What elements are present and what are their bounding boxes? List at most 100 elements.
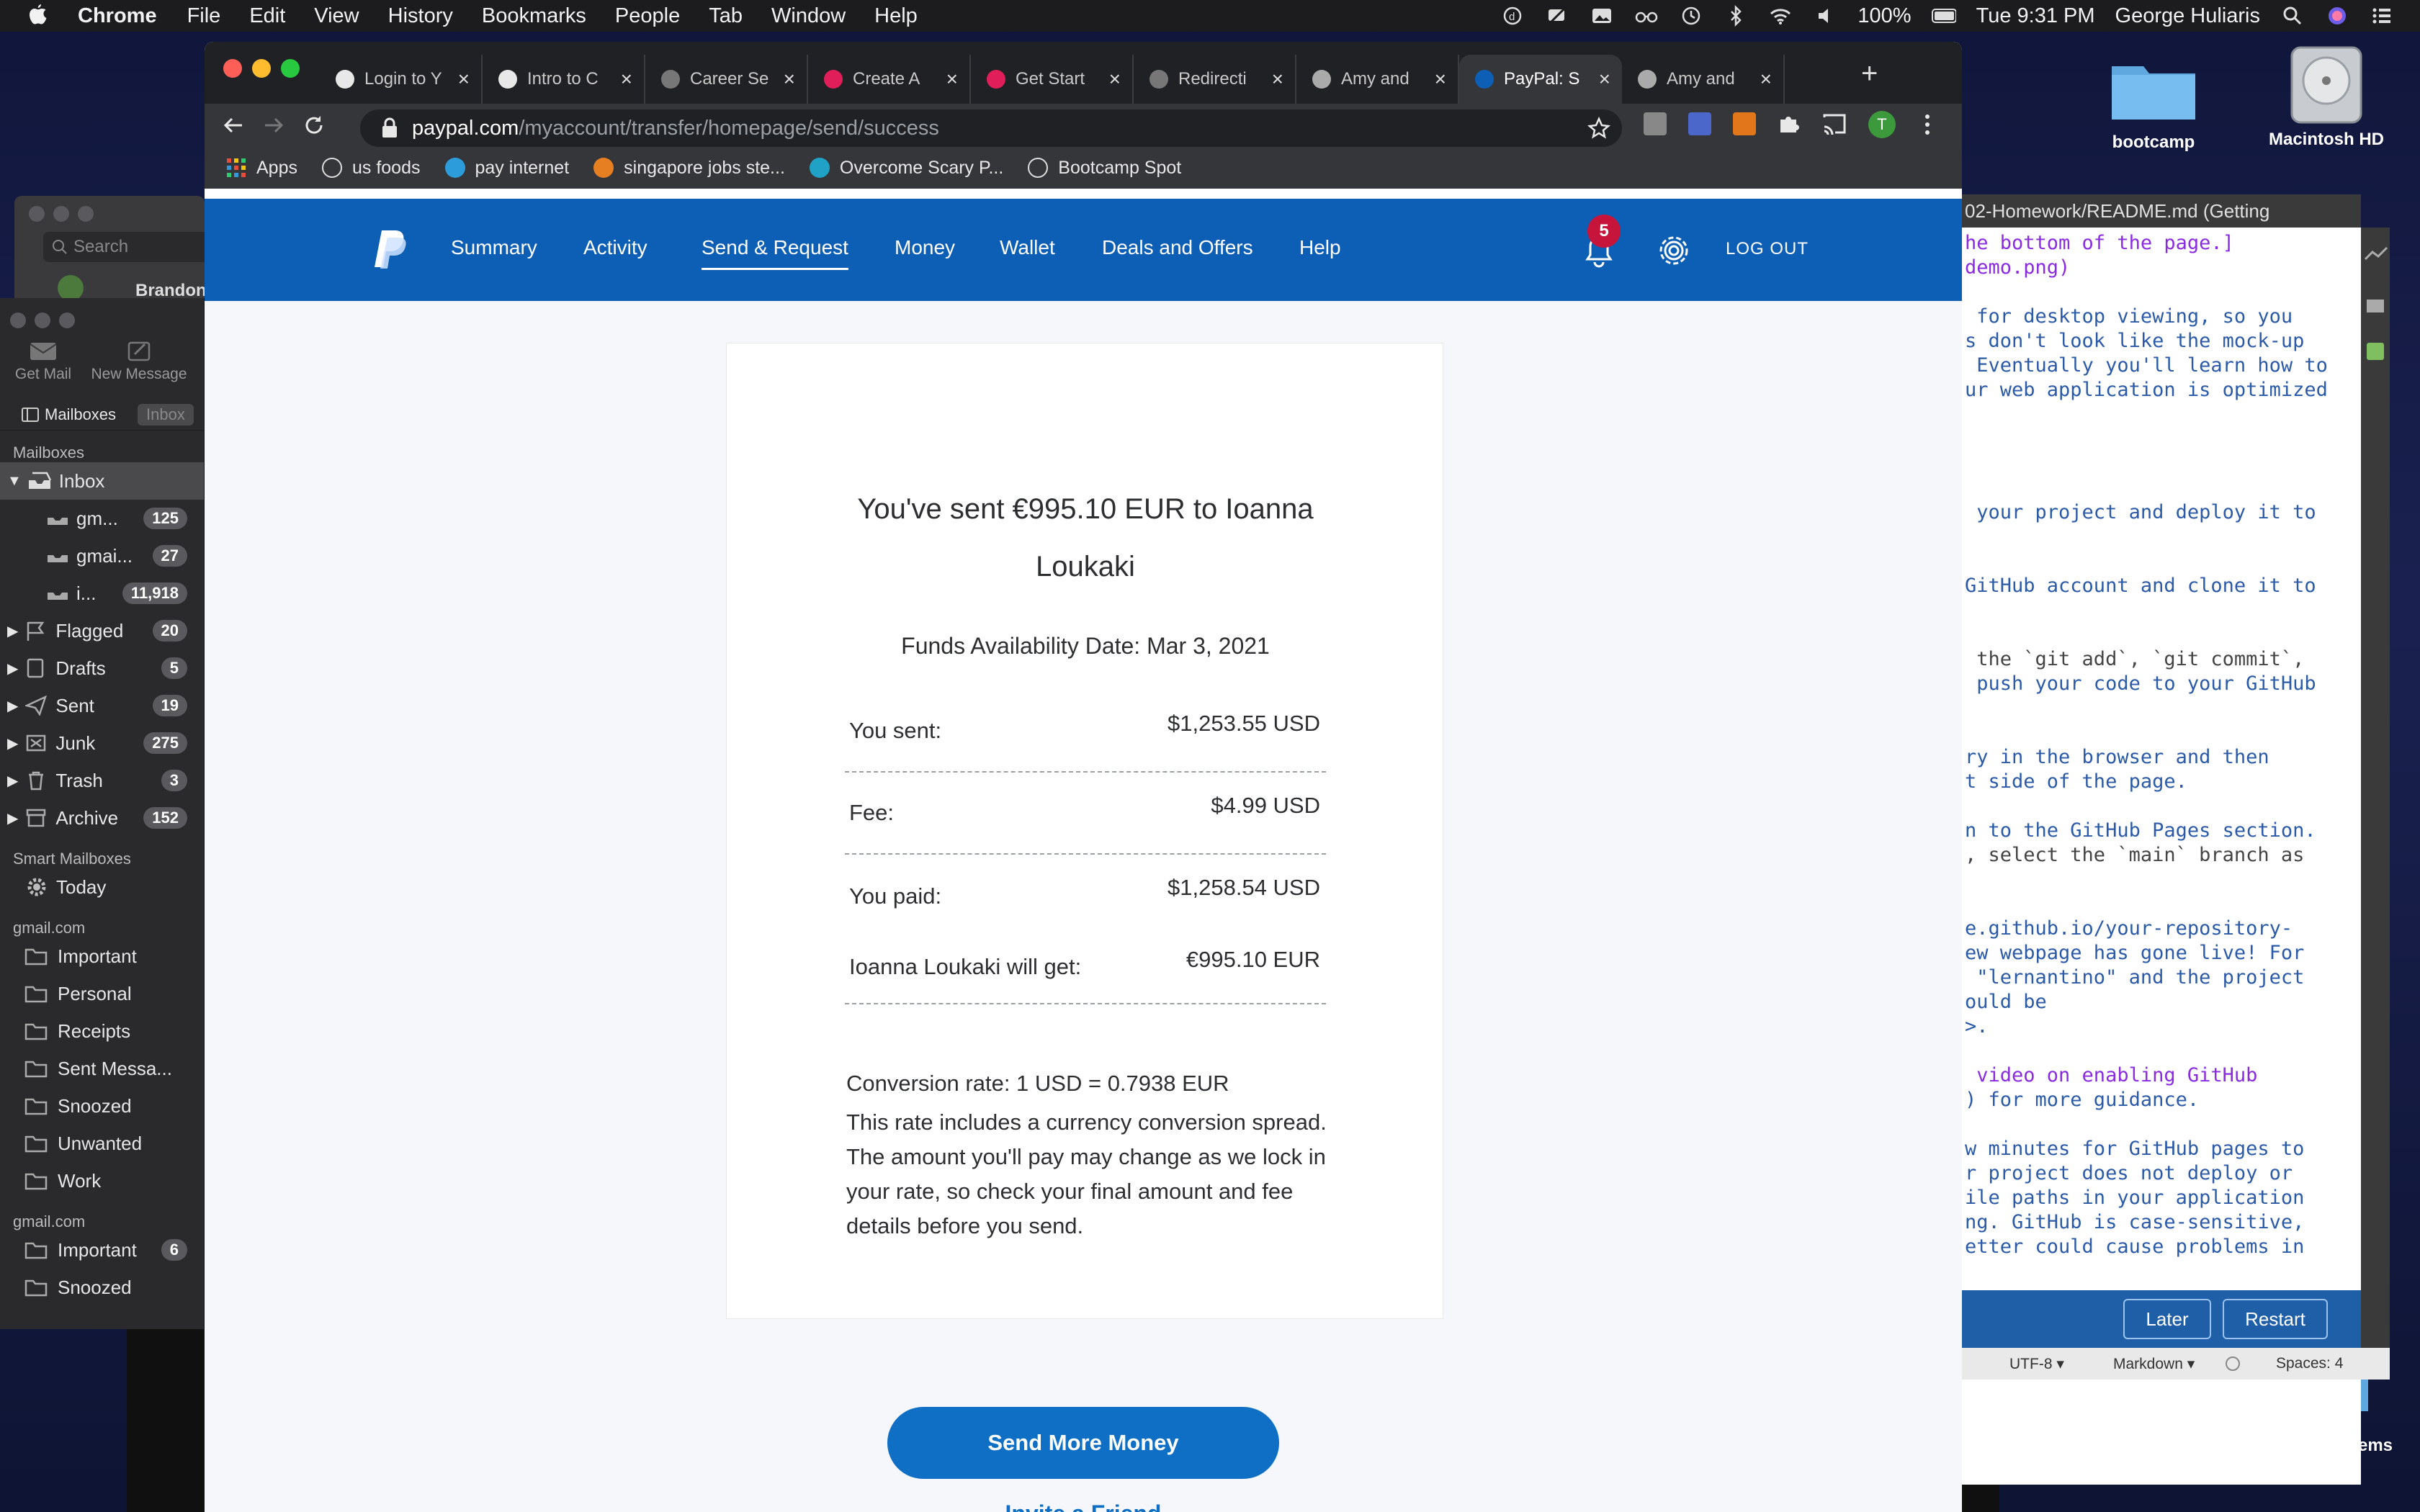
menu-help[interactable]: Help: [874, 4, 918, 28]
menu-bookmarks[interactable]: Bookmarks: [482, 4, 586, 28]
bookmark-overcome-scary[interactable]: Overcome Scary P...: [809, 158, 1003, 179]
wifi-icon[interactable]: [1768, 5, 1793, 27]
menu-tab[interactable]: Tab: [709, 4, 743, 28]
gmail-folder-snoozed[interactable]: Snoozed: [0, 1087, 204, 1125]
logout-link[interactable]: LOG OUT: [1726, 239, 1809, 259]
browser-tab[interactable]: Redirecti ×: [1134, 55, 1296, 104]
restart-button[interactable]: Restart: [2223, 1299, 2328, 1339]
disclosure-closed-icon[interactable]: ▶: [7, 697, 18, 715]
bookmark-bootcamp-spot[interactable]: Bootcamp Spot: [1028, 158, 1181, 179]
invite-friend-link[interactable]: Invite a Friend: [205, 1500, 1962, 1512]
nav-activity[interactable]: Activity: [583, 236, 647, 259]
mailbox-sent[interactable]: ▶ Sent 19: [0, 687, 204, 724]
extensions-puzzle-icon[interactable]: [1778, 112, 1801, 135]
reload-button[interactable]: [301, 112, 327, 138]
battery-icon[interactable]: [1931, 5, 1956, 27]
menu-history[interactable]: History: [388, 4, 453, 28]
desktop-folder-bootcamp[interactable]: bootcamp: [2089, 53, 2218, 153]
spotlight-search-icon[interactable]: [2280, 5, 2305, 27]
disclosure-closed-icon[interactable]: ▶: [7, 622, 18, 640]
tab-close-icon[interactable]: ×: [1272, 68, 1283, 91]
mailbox-archive[interactable]: ▶ Archive 152: [0, 799, 204, 837]
mailbox-trash[interactable]: ▶ Trash 3: [0, 762, 204, 799]
close-window-button[interactable]: [223, 59, 242, 78]
gmail-folder-work[interactable]: Work: [0, 1162, 204, 1200]
disclosure-closed-icon[interactable]: ▶: [7, 734, 18, 752]
extension-icon[interactable]: [1688, 112, 1711, 135]
tab-close-icon[interactable]: ×: [1435, 68, 1446, 91]
time-machine-icon[interactable]: [1679, 5, 1703, 27]
more-menu-icon[interactable]: [1923, 112, 1932, 137]
apple-menu-icon[interactable]: [27, 4, 49, 27]
bookmark-singapore-jobs[interactable]: singapore jobs ste...: [593, 158, 785, 179]
profile-avatar[interactable]: T: [1868, 111, 1896, 138]
disclosure-closed-icon[interactable]: ▶: [7, 772, 18, 790]
mailbox-junk[interactable]: ▶ Junk 275: [0, 724, 204, 762]
bookmark-us-foods[interactable]: us foods: [321, 158, 421, 179]
tab-close-icon[interactable]: ×: [784, 68, 795, 91]
mailbox-flagged[interactable]: ▶ Flagged 20: [0, 612, 204, 649]
tab-mailboxes[interactable]: Mailboxes: [45, 405, 116, 424]
tab-close-icon[interactable]: ×: [1599, 68, 1610, 91]
bookmark-star-icon[interactable]: [1587, 117, 1610, 140]
extension-icon[interactable]: [1644, 112, 1667, 135]
tab-close-icon[interactable]: ×: [621, 68, 632, 91]
new-tab-button[interactable]: +: [1861, 58, 1878, 90]
volume-icon[interactable]: [1813, 5, 1837, 27]
clock[interactable]: Tue 9:31 PM: [1976, 4, 2095, 28]
gmail-folder-sent-messages[interactable]: Sent Messa...: [0, 1050, 204, 1087]
encoding-selector[interactable]: UTF-8 ▾: [2009, 1355, 2064, 1373]
user-name[interactable]: George Huliaris: [2115, 4, 2260, 28]
notification-center-icon[interactable]: [2370, 5, 2394, 27]
mailbox-inbox-account-3[interactable]: i... 11,918: [0, 575, 204, 612]
nav-help[interactable]: Help: [1299, 236, 1341, 259]
menu-people[interactable]: People: [615, 4, 680, 28]
browser-tab[interactable]: Career Se ×: [645, 55, 808, 104]
tab-close-icon[interactable]: ×: [458, 68, 470, 91]
browser-tab[interactable]: Login to Y ×: [320, 55, 483, 104]
paypal-logo-icon[interactable]: [372, 228, 409, 274]
new-message-button[interactable]: New Message: [85, 340, 193, 383]
menu-file[interactable]: File: [187, 4, 221, 28]
back-button[interactable]: [220, 112, 246, 138]
gmail-folder-important[interactable]: Important: [0, 937, 204, 975]
later-button[interactable]: Later: [2123, 1299, 2211, 1339]
browser-tab[interactable]: Get Start ×: [971, 55, 1134, 104]
minimize-window-button[interactable]: [252, 59, 271, 78]
zoom-window-button[interactable]: [281, 59, 300, 78]
mailbox-inbox[interactable]: ▼ Inbox: [0, 462, 204, 500]
photos-icon[interactable]: [1590, 5, 1614, 27]
menu-window[interactable]: Window: [771, 4, 846, 28]
app-name-menu[interactable]: Chrome: [78, 4, 157, 28]
gmail2-folder-important[interactable]: Important 6: [0, 1231, 204, 1269]
menu-edit[interactable]: Edit: [249, 4, 285, 28]
bookmark-pay-internet[interactable]: pay internet: [444, 158, 569, 179]
gmail2-folder-snoozed[interactable]: Snoozed: [0, 1269, 204, 1306]
nav-wallet[interactable]: Wallet: [1000, 236, 1055, 259]
browser-tab[interactable]: Create A ×: [808, 55, 971, 104]
nav-send-request[interactable]: Send & Request: [702, 236, 848, 270]
cast-icon[interactable]: [1822, 112, 1847, 135]
smart-mailbox-today[interactable]: Today: [0, 868, 204, 906]
nav-money[interactable]: Money: [895, 236, 955, 259]
tab-close-icon[interactable]: ×: [946, 68, 958, 91]
grammar-selector[interactable]: Markdown ▾: [2113, 1355, 2195, 1373]
nav-deals-offers[interactable]: Deals and Offers: [1102, 236, 1253, 259]
browser-tab[interactable]: Intro to C ×: [483, 55, 645, 104]
get-mail-button[interactable]: Get Mail: [10, 340, 76, 383]
tab-close-icon[interactable]: ×: [1109, 68, 1121, 91]
metamask-icon[interactable]: [1733, 112, 1756, 135]
desktop-disk-macintosh-hd[interactable]: Macintosh HD: [2254, 43, 2398, 150]
mailbox-inbox-account-1[interactable]: gm... 125: [0, 500, 204, 537]
indentation-label[interactable]: Spaces: 4: [2276, 1355, 2343, 1372]
bookmark-apps[interactable]: Apps: [226, 158, 297, 179]
git-status-icon[interactable]: [2226, 1356, 2240, 1371]
settings-button[interactable]: [1654, 230, 1694, 271]
menu-view[interactable]: View: [314, 4, 359, 28]
disclosure-open-icon[interactable]: ▼: [7, 473, 22, 490]
browser-tab[interactable]: Amy and ×: [1296, 55, 1459, 104]
mailbox-drafts[interactable]: ▶ Drafts 5: [0, 649, 204, 687]
nav-summary[interactable]: Summary: [451, 236, 537, 259]
disclosure-closed-icon[interactable]: ▶: [7, 809, 18, 827]
gmail-folder-receipts[interactable]: Receipts: [0, 1012, 204, 1050]
